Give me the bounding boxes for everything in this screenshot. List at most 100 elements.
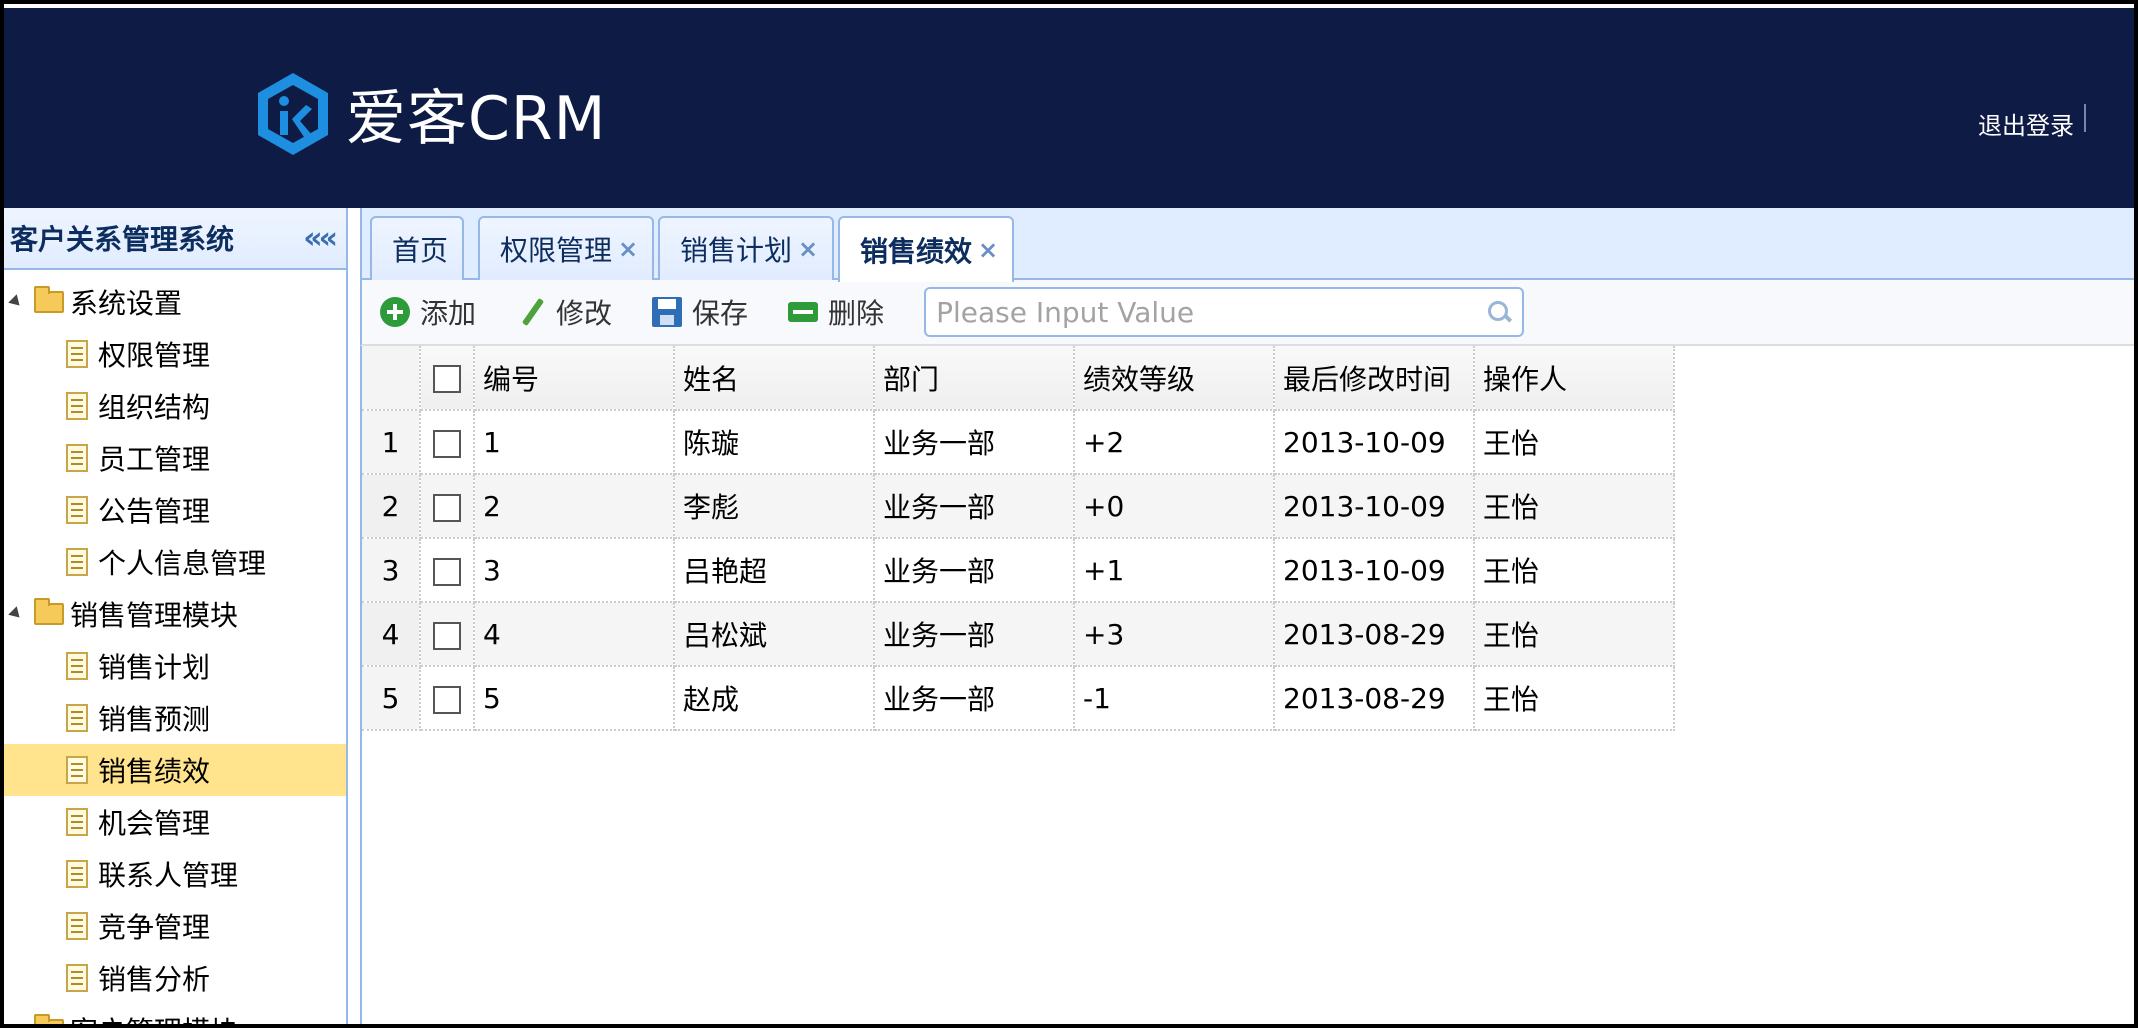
rownum-header (362, 346, 421, 411)
tree-group-system-settings[interactable]: 系统设置 (4, 276, 346, 328)
folder-icon (34, 286, 64, 313)
sidebar-item-label: 员工管理 (98, 443, 211, 476)
cell-modified: 2013-08-29 (1274, 602, 1475, 667)
nav-tree: 系统设置 权限管理 组织结构 员工管理 公告管理 个人信息管理 销售管理模块 销… (4, 270, 346, 1028)
tab-permissions[interactable]: 权限管理 × (478, 216, 655, 280)
tree-group-sales[interactable]: 销售管理模块 (4, 588, 346, 640)
cell-operator: 王怡 (1474, 666, 1675, 731)
row-check-cell (420, 666, 475, 731)
table-row[interactable]: 1 1 陈璇 业务一部 +2 2013-10-09 王怡 (362, 410, 1675, 475)
column-header-id[interactable]: 编号 (474, 346, 675, 411)
sidebar-item-profile[interactable]: 个人信息管理 (4, 536, 346, 588)
tab-sales-plan[interactable]: 销售计划 × (658, 216, 835, 280)
row-check-cell (420, 602, 475, 667)
tree-group-customers[interactable]: 客户管理模块 (4, 1004, 346, 1028)
table-row[interactable]: 5 5 赵成 业务一部 -1 2013-08-29 王怡 (362, 666, 1675, 731)
add-button[interactable]: 添加 (380, 292, 476, 332)
tab-bar: 首页 权限管理 × 销售计划 × 销售绩效 × (360, 208, 2134, 282)
close-icon[interactable]: × (978, 236, 998, 264)
cell-id: 5 (474, 666, 675, 731)
sidebar-item-sales-forecast[interactable]: 销售预测 (4, 692, 346, 744)
collapse-sidebar-icon[interactable]: «« (303, 221, 338, 256)
tree-group-label: 客户管理模块 (70, 1010, 238, 1024)
app-frame: 爱客CRM 退出登录 客户关系管理系统 «« 系统设置 权限管理 组织结构 员工… (0, 0, 2138, 1028)
sidebar-item-announcements[interactable]: 公告管理 (4, 484, 346, 536)
row-checkbox[interactable] (433, 557, 461, 586)
expand-triangle-icon[interactable] (8, 606, 24, 622)
close-icon[interactable]: × (798, 235, 818, 263)
sidebar-item-label: 联系人管理 (98, 859, 239, 892)
edit-button[interactable]: 修改 (516, 292, 612, 332)
cell-name: 李彪 (674, 474, 875, 539)
add-button-label: 添加 (420, 297, 477, 330)
file-icon (66, 860, 88, 888)
delete-button-label: 删除 (828, 297, 885, 330)
cell-modified: 2013-10-09 (1274, 474, 1475, 539)
tab-sales-performance[interactable]: 销售绩效 × (838, 216, 1015, 282)
table-row[interactable]: 4 4 吕松斌 业务一部 +3 2013-08-29 王怡 (362, 602, 1675, 667)
sidebar-item-permissions[interactable]: 权限管理 (4, 328, 346, 380)
row-checkbox[interactable] (433, 685, 461, 714)
tab-home[interactable]: 首页 (370, 216, 465, 280)
row-check-cell (420, 538, 475, 603)
sidebar-item-organization[interactable]: 组织结构 (4, 380, 346, 432)
close-icon[interactable]: × (618, 235, 638, 263)
search-input[interactable] (936, 295, 1487, 329)
add-icon (380, 297, 410, 327)
table-header-row: 编号 姓名 部门 绩效等级 最后修改时间 操作人 (362, 346, 1675, 411)
collapsed-triangle-icon[interactable] (11, 1024, 21, 1028)
sidebar-item-label: 竞争管理 (98, 911, 211, 944)
logo: 爱客CRM (254, 70, 606, 157)
cell-modified: 2013-10-09 (1274, 410, 1475, 475)
toolbar: 添加 修改 保存 删除 (360, 280, 2134, 346)
column-header-name[interactable]: 姓名 (674, 346, 875, 411)
column-header-dept[interactable]: 部门 (874, 346, 1075, 411)
logout-link[interactable]: 退出登录 (1978, 106, 2074, 141)
data-grid: 编号 姓名 部门 绩效等级 最后修改时间 操作人 1 1 陈璇 业务一部 +2 … (360, 346, 2134, 1024)
sidebar-title: 客户关系管理系统 (10, 223, 235, 256)
cell-modified: 2013-10-09 (1274, 538, 1475, 603)
cell-operator: 王怡 (1474, 602, 1675, 667)
cell-operator: 王怡 (1474, 474, 1675, 539)
file-icon (66, 756, 88, 784)
save-button[interactable]: 保存 (652, 292, 748, 332)
sidebar-item-sales-analysis[interactable]: 销售分析 (4, 952, 346, 1004)
file-icon (66, 392, 88, 420)
search-icon[interactable] (1486, 299, 1512, 325)
sidebar-item-sales-performance[interactable]: 销售绩效 (4, 744, 346, 796)
row-checkbox[interactable] (433, 429, 461, 458)
search-box (924, 287, 1525, 337)
table-row[interactable]: 2 2 李彪 业务一部 +0 2013-10-09 王怡 (362, 474, 1675, 539)
row-number: 3 (362, 538, 421, 603)
row-checkbox[interactable] (433, 493, 461, 522)
delete-button[interactable]: 删除 (788, 292, 884, 332)
sidebar-item-label: 销售分析 (98, 963, 211, 996)
file-icon (66, 548, 88, 576)
sidebar-item-label: 权限管理 (98, 339, 211, 372)
save-disk-icon (652, 297, 683, 327)
sidebar-item-opportunities[interactable]: 机会管理 (4, 796, 346, 848)
file-icon (66, 912, 88, 940)
expand-triangle-icon[interactable] (8, 294, 24, 310)
sidebar-item-employees[interactable]: 员工管理 (4, 432, 346, 484)
cell-id: 2 (474, 474, 675, 539)
table-row[interactable]: 3 3 吕艳超 业务一部 +1 2013-10-09 王怡 (362, 538, 1675, 603)
sidebar-item-competition[interactable]: 竞争管理 (4, 900, 346, 952)
row-checkbox[interactable] (433, 621, 461, 650)
cell-dept: 业务一部 (874, 602, 1075, 667)
sidebar-item-label: 销售预测 (98, 703, 211, 736)
cell-dept: 业务一部 (874, 410, 1075, 475)
column-header-operator[interactable]: 操作人 (1474, 346, 1675, 411)
sidebar-item-sales-plan[interactable]: 销售计划 (4, 640, 346, 692)
sidebar-item-contacts[interactable]: 联系人管理 (4, 848, 346, 900)
column-header-modified[interactable]: 最后修改时间 (1274, 346, 1475, 411)
select-all-checkbox[interactable] (433, 365, 461, 393)
tree-group-label: 系统设置 (70, 287, 183, 320)
top-header: 爱客CRM 退出登录 (4, 8, 2134, 208)
cell-name: 赵成 (674, 666, 875, 731)
cell-dept: 业务一部 (874, 474, 1075, 539)
edit-button-label: 修改 (556, 297, 613, 330)
file-icon (66, 704, 88, 732)
column-header-level[interactable]: 绩效等级 (1074, 346, 1275, 411)
main-panel: 首页 权限管理 × 销售计划 × 销售绩效 × 添加 修改 保存 删除 Plea… (360, 208, 2134, 1024)
